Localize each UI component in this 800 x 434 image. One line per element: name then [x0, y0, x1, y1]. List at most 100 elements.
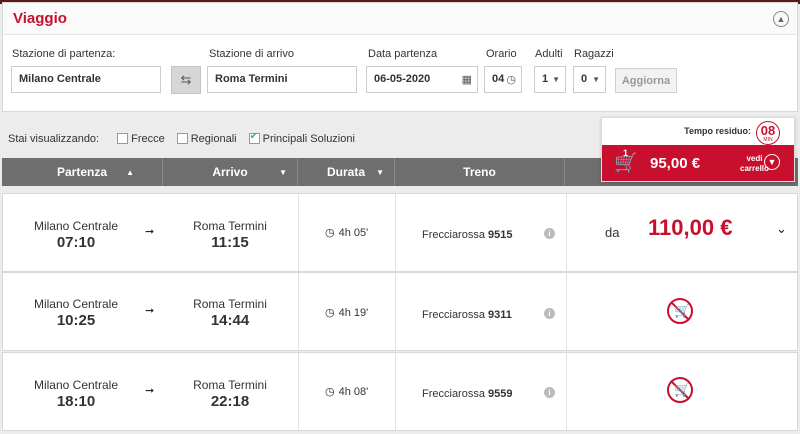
header-treno-label: Treno	[463, 165, 496, 179]
date-label: Data partenza	[368, 48, 438, 60]
departure-field[interactable]: Milano Centrale	[11, 66, 161, 93]
arr-time: 11:15	[211, 234, 249, 251]
train-number: 9311	[488, 309, 512, 321]
arr-time: 14:44	[210, 312, 250, 329]
clock-icon: ◷	[506, 74, 516, 86]
clock-icon: ◷	[325, 227, 335, 239]
arrow-right-icon: ➞	[145, 226, 155, 238]
filter-frecce[interactable]: Frecce	[117, 133, 165, 145]
arr-station: Roma Termini	[193, 297, 267, 311]
header-partenza[interactable]: Partenza ▲	[2, 158, 163, 186]
price-value[interactable]: 110,00 €	[648, 215, 732, 241]
adults-value: 1	[542, 73, 549, 85]
checkbox-principali[interactable]	[248, 131, 260, 144]
train-name: Frecciarossa 9311	[422, 309, 512, 321]
arr-time: 22:18	[210, 393, 250, 410]
train-number: 9515	[488, 229, 513, 241]
no-cart-icon: 🛒	[667, 298, 693, 324]
checkbox-frecce[interactable]	[117, 133, 129, 144]
arrival-cell: Roma Termini 22:18	[163, 353, 297, 430]
clock-icon: ◷	[325, 386, 335, 398]
info-icon[interactable]: i	[544, 228, 555, 239]
panel-title: Viaggio	[13, 10, 67, 27]
table-row[interactable]: Milano Centrale 07:10 ➞ Roma Termini 11:…	[2, 193, 798, 272]
dep-time: 10:25	[56, 312, 96, 329]
duration-value: 4h 19'	[338, 307, 369, 319]
header-treno: Treno	[395, 158, 565, 186]
info-icon[interactable]: i	[544, 387, 555, 398]
date-value: 06-05-2020	[374, 73, 431, 85]
header-arrivo[interactable]: Arrivo ▼	[163, 158, 298, 186]
arrival-cell: Roma Termini 14:44	[163, 273, 297, 350]
time-field[interactable]: 04 ◷	[484, 66, 522, 93]
train-type: Frecciarossa	[422, 388, 485, 400]
duration: ◷ 4h 19'	[325, 306, 368, 319]
kids-label: Ragazzi	[574, 48, 614, 60]
arr-station: Roma Termini	[193, 378, 267, 392]
departure-cell: Milano Centrale 07:10	[3, 194, 149, 271]
table-row[interactable]: Milano Centrale 10:25 ➞ Roma Termini 14:…	[2, 272, 798, 351]
train-name: Frecciarossa 9515	[422, 229, 513, 241]
train-name: Frecciarossa 9559	[422, 388, 513, 400]
chevron-down-icon: ▼	[376, 167, 384, 177]
checkbox-regionali[interactable]	[176, 133, 188, 144]
departure-label: Stazione di partenza:	[12, 48, 116, 60]
cart-bar[interactable]: 🛒 1 95,00 € vedi carrello ▼	[602, 145, 794, 181]
chevron-down-icon[interactable]: ⌄	[776, 221, 787, 237]
view-cart-link-line1: vedi	[746, 154, 763, 163]
dep-station: Milano Centrale	[33, 378, 119, 392]
date-field[interactable]: 06-05-2020 ▦	[366, 66, 478, 93]
update-button[interactable]: Aggiorna	[615, 68, 677, 93]
chevron-down-icon: ▼	[592, 75, 600, 84]
train-type: Frecciarossa	[422, 309, 485, 321]
timer-badge: 08 MIN	[756, 121, 780, 145]
chevron-down-icon[interactable]: ▼	[764, 154, 780, 170]
departure-cell: Milano Centrale 18:10	[3, 353, 149, 430]
table-row[interactable]: Milano Centrale 18:10 ➞ Roma Termini 22:…	[2, 352, 798, 431]
cart-total: 95,00 €	[650, 155, 701, 172]
duration-value: 4h 08'	[338, 386, 369, 398]
clock-icon: ◷	[325, 307, 335, 319]
arrival-cell: Roma Termini 11:15	[163, 194, 297, 271]
panel-header: Viaggio ▲	[3, 3, 797, 35]
cart-widget: Tempo residuo: 08 MIN 🛒 1 95,00 € vedi car…	[601, 117, 795, 182]
train-type: Frecciarossa	[422, 229, 485, 241]
duration-value: 4h 05'	[338, 227, 369, 239]
sort-up-icon: ▲	[126, 167, 134, 177]
arrival-label: Stazione di arrivo	[209, 48, 294, 60]
timer-value: 08	[760, 123, 776, 138]
filter-regionali-label: Regionali	[190, 133, 237, 145]
filter-frecce-label: Frecce	[131, 133, 165, 145]
filter-principali[interactable]: Principali Soluzioni	[248, 131, 355, 145]
adults-select[interactable]: 1 ▼	[534, 66, 566, 93]
filter-bar: Stai visualizzando: Frecce Regionali Pri…	[8, 131, 355, 145]
departure-cell: Milano Centrale 10:25	[3, 273, 149, 350]
header-durata[interactable]: Durata ▼	[298, 158, 395, 186]
dep-station: Milano Centrale	[33, 297, 119, 311]
train-number: 9559	[488, 388, 513, 400]
timer-label: Tempo residuo:	[684, 126, 751, 136]
duration: ◷ 4h 08'	[325, 385, 368, 398]
dep-time: 07:10	[56, 234, 96, 251]
chevron-up-icon[interactable]: ▲	[773, 11, 789, 27]
chevron-down-icon: ▼	[552, 75, 560, 84]
header-durata-label: Durata	[326, 165, 365, 179]
arrival-field[interactable]: Roma Termini	[207, 66, 357, 93]
info-icon[interactable]: i	[544, 308, 555, 319]
header-partenza-label: Partenza	[56, 165, 108, 179]
time-label: Orario	[486, 48, 517, 60]
filter-principali-label: Principali Soluzioni	[262, 133, 355, 145]
adults-label: Adulti	[535, 48, 563, 60]
kids-select[interactable]: 0 ▼	[573, 66, 606, 93]
swap-button[interactable]: ⇆	[171, 66, 201, 94]
filter-regionali[interactable]: Regionali	[176, 133, 237, 145]
chevron-down-icon: ▼	[279, 167, 287, 177]
no-cart-icon: 🛒	[667, 377, 693, 403]
arrow-right-icon: ➞	[145, 385, 155, 397]
arr-station: Roma Termini	[193, 219, 267, 233]
dep-station: Milano Centrale	[33, 219, 119, 233]
search-panel: Viaggio ▲ Stazione di partenza: Milano C…	[2, 2, 798, 112]
time-value: 04	[492, 73, 505, 85]
arrow-right-icon: ➞	[145, 305, 155, 317]
calendar-icon: ▦	[461, 74, 472, 86]
